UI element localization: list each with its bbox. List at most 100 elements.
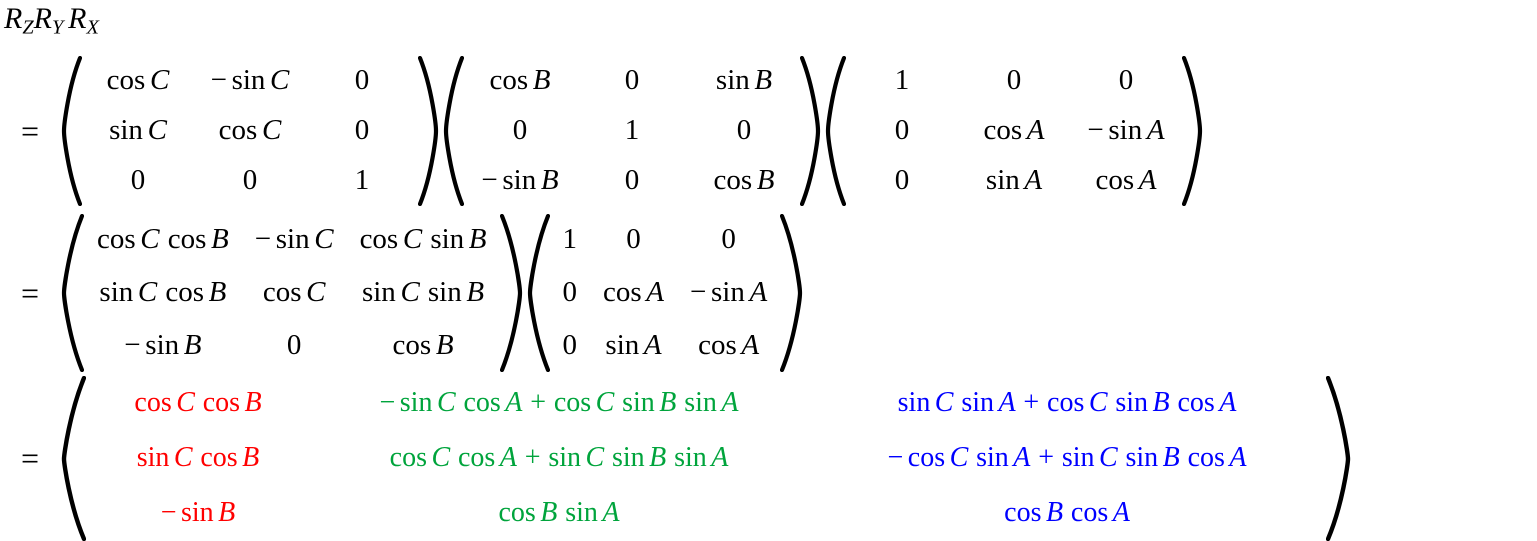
matrix-row: sin C cos C 0 <box>82 106 418 156</box>
left-paren-icon <box>824 56 846 206</box>
cell-r1c3: cos Csin B <box>359 223 487 256</box>
cell-r1c2: − sin C <box>254 223 334 256</box>
right-paren-icon <box>418 56 440 206</box>
matrix-rotation-zy-product: cos Ccos B − sin C cos Csin B sin Ccos B cos C si… <box>60 214 524 372</box>
cell-r3c2: sin A <box>605 328 662 361</box>
cell-r2c1: sin Ccos B <box>99 276 227 309</box>
lhs-expression: RZRY RX <box>4 2 99 40</box>
cell-r1c1: cos C <box>106 64 170 97</box>
cell-r3c1: − sin B <box>160 497 236 529</box>
cell-r3c1: 0 <box>130 164 146 197</box>
equals-sign-3: = <box>20 440 40 476</box>
cell-r3c1: − sin B <box>481 164 559 197</box>
cell-r3c1: − sin B <box>124 328 202 361</box>
right-paren-icon <box>499 214 524 372</box>
cell-r2c1: 0 <box>512 114 528 147</box>
cell-r1c3: sin Csin A + cos Csin Bcos A <box>897 387 1237 419</box>
matrix-rotation-y: cos B 0 sin B 0 1 0 − sin B 0 cos B <box>442 56 822 206</box>
matrix-row: 0 0 1 <box>82 156 418 206</box>
cell-r1c1: 1 <box>562 223 578 256</box>
matrix-body: cos Ccos B − sin C cos Csin B sin Ccos B cos C si… <box>84 214 500 372</box>
cell-r1c2: − sin C <box>210 64 290 97</box>
cell-r2c1: sin Ccos B <box>136 442 260 474</box>
cell-r2c2: cos A <box>603 276 665 309</box>
cell-r1c3: sin B <box>715 64 773 97</box>
matrix-row: − sin B cos Bsin A cos Bcos A <box>86 486 1326 541</box>
cell-r2c2: 1 <box>624 114 640 147</box>
cell-r1c2: 0 <box>1006 64 1022 97</box>
right-paren-icon <box>780 214 804 372</box>
equals-sign-2: = <box>20 274 40 311</box>
cell-r3c3: cos B <box>392 328 454 361</box>
matrix-body: cos Ccos B − sin Ccos A + cos Csin Bsin A sin Csin A… <box>86 376 1326 541</box>
cell-r1c3: 0 <box>1118 64 1134 97</box>
equation-line-3: = cos Ccos B − sin Ccos A + cos Csin Bsin A sin Csi… <box>0 376 1354 541</box>
matrix-body: 1 0 0 0 cos A − sin A 0 sin A cos A <box>550 214 781 372</box>
cell-r3c3: 1 <box>354 164 370 197</box>
matrix-row: cos Ccos B − sin Ccos A + cos Csin Bsin A sin Csin A… <box>86 376 1326 431</box>
symbol-R-Y: RY <box>33 2 64 39</box>
cell-r1c1: 1 <box>894 64 910 97</box>
matrix-body: cos C − sin C 0 sin C cos C 0 0 0 1 <box>82 56 418 206</box>
cell-r3c2: sin A <box>985 164 1043 197</box>
cell-r3c3: cos B <box>713 164 775 197</box>
matrix-row: 0 sin A cos A <box>846 156 1182 206</box>
cell-r3c2: 0 <box>286 328 302 361</box>
matrix-row: 0 sin A cos A <box>550 319 781 372</box>
matrix-rotation-zyx-product: cos Ccos B − sin Ccos A + cos Csin Bsin A sin Csin A… <box>60 376 1352 541</box>
left-paren-icon <box>60 214 84 372</box>
cell-r2c3: − cos Csin A + sin Csin Bcos A <box>887 442 1247 474</box>
cell-r2c1: sin C <box>109 114 167 147</box>
cell-r1c2: − sin Ccos A + cos Csin Bsin A <box>379 387 739 419</box>
cell-r3c3: cos Bcos A <box>1004 497 1130 529</box>
cell-r1c2: 0 <box>626 223 641 256</box>
cell-r1c3: 0 <box>721 223 736 256</box>
matrix-row: cos C − sin C 0 <box>82 56 418 106</box>
math-derivation-page: RZRYRX = cosC −sinC 0 sinC cosC 0 <box>0 0 1537 541</box>
cell-r2c2: cos Ccos A + sin Csin Bsin A <box>389 442 729 474</box>
matrix-row: − sin B 0 cos B <box>464 156 800 206</box>
left-paren-icon <box>442 56 464 206</box>
right-paren-icon <box>1326 376 1352 541</box>
matrix-body: 1 0 0 0 cos A − sin A 0 sin A cos A <box>846 56 1182 206</box>
matrix-row: − sin B 0 cos B <box>84 319 500 372</box>
right-paren-icon <box>1182 56 1204 206</box>
cell-r2c3: 0 <box>354 114 370 147</box>
cell-r3c3: cos A <box>1095 164 1157 197</box>
cell-r2c3: 0 <box>736 114 752 147</box>
matrix-row: 0 1 0 <box>464 106 800 156</box>
right-paren-icon <box>800 56 822 206</box>
symbol-R-Z: RZ <box>4 2 34 39</box>
matrix-body: cos B 0 sin B 0 1 0 − sin B 0 cos B <box>464 56 800 206</box>
cell-r1c2: 0 <box>624 64 640 97</box>
cell-r2c3: − sin A <box>690 276 768 309</box>
matrix-rotation-x: 1 0 0 0 cos A − sin A 0 sin A cos A <box>526 214 805 372</box>
matrix-row: 0 cos A − sin A <box>846 106 1182 156</box>
cell-r2c2: cos C <box>218 114 282 147</box>
equation-line-1: = cos C − sin C 0 sin C cos C 0 0 0 1 co… <box>0 56 1206 206</box>
matrix-row: cos B 0 sin B <box>464 56 800 106</box>
matrix-rotation-x: 1 0 0 0 cos A − sin A 0 sin A cos A <box>824 56 1204 206</box>
cell-r3c2: cos Bsin A <box>498 497 620 529</box>
matrix-row: sin Ccos B cos Ccos A + sin Csin Bsin A − cos Csin A… <box>86 431 1326 486</box>
matrix-row: 0 cos A − sin A <box>550 267 781 320</box>
cell-r3c3: cos A <box>698 328 760 361</box>
cell-r2c2: cos A <box>983 114 1045 147</box>
matrix-row: sin Ccos B cos C sin Csin B <box>84 267 500 320</box>
left-paren-icon <box>526 214 550 372</box>
cell-r2c3: sin Csin B <box>361 276 485 309</box>
cell-r2c2: cos C <box>262 276 326 309</box>
cell-r2c3: − sin A <box>1087 114 1165 147</box>
cell-r1c1: cos Ccos B <box>97 223 229 256</box>
cell-r2c1: 0 <box>894 114 910 147</box>
cell-r3c2: 0 <box>242 164 258 197</box>
symbol-R-X: RX <box>68 2 99 39</box>
cell-r1c1: cos B <box>489 64 551 97</box>
cell-r3c1: 0 <box>894 164 910 197</box>
equation-line-2: = cos Ccos B − sin C cos Csin B sin Ccos B cos C … <box>0 214 806 372</box>
left-paren-icon <box>60 376 86 541</box>
cell-r3c1: 0 <box>562 328 578 361</box>
cell-r2c1: 0 <box>562 276 578 309</box>
matrix-row: cos Ccos B − sin C cos Csin B <box>84 214 500 267</box>
left-paren-icon <box>60 56 82 206</box>
